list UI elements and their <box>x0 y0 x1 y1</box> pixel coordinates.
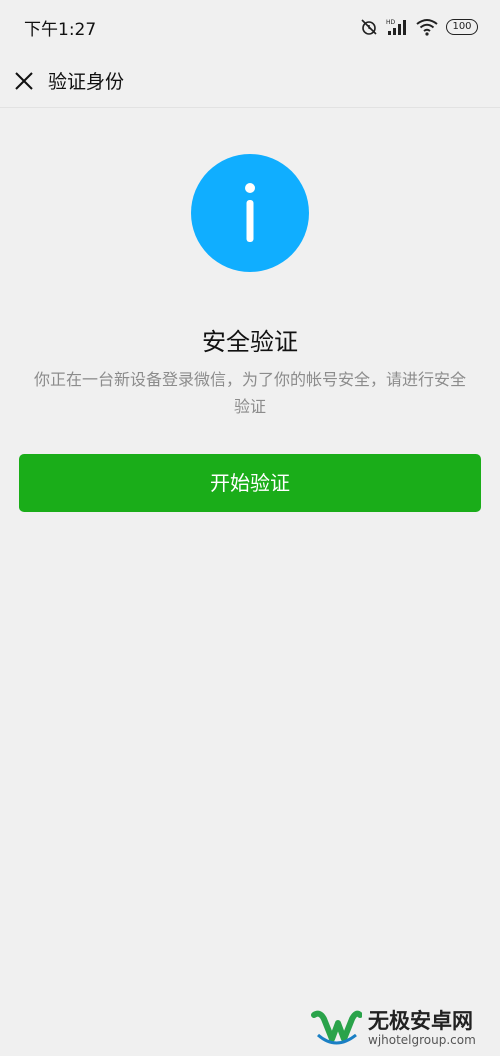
start-verification-button[interactable]: 开始验证 <box>19 454 481 512</box>
watermark-name: 无极安卓网 <box>368 1009 473 1033</box>
status-time: 下午1:27 <box>24 19 97 40</box>
close-button[interactable] <box>0 54 48 108</box>
nav-bar: 验证身份 <box>0 54 500 108</box>
alarm-off-icon <box>361 19 377 35</box>
wj-logo-icon <box>311 1010 362 1045</box>
watermark-url: wjhotelgroup.com <box>368 1033 476 1047</box>
wifi-icon <box>416 19 438 36</box>
security-title: 安全验证 <box>202 328 298 356</box>
close-icon <box>15 71 33 90</box>
status-icons: HD 100 <box>360 18 478 36</box>
security-description: 你正在一台新设备登录微信，为了你的帐号安全，请进行安全验证 <box>33 370 466 416</box>
status-bar: 下午1:27 HD 100 <box>0 0 500 54</box>
svg-text:HD: HD <box>386 19 396 26</box>
page-title: 验证身份 <box>48 71 125 93</box>
info-icon <box>191 154 309 272</box>
hd-signal-icon: HD <box>386 19 406 35</box>
watermark: 无极安卓网 wjhotelgroup.com <box>310 1000 500 1056</box>
battery-icon: 100 <box>446 19 478 35</box>
